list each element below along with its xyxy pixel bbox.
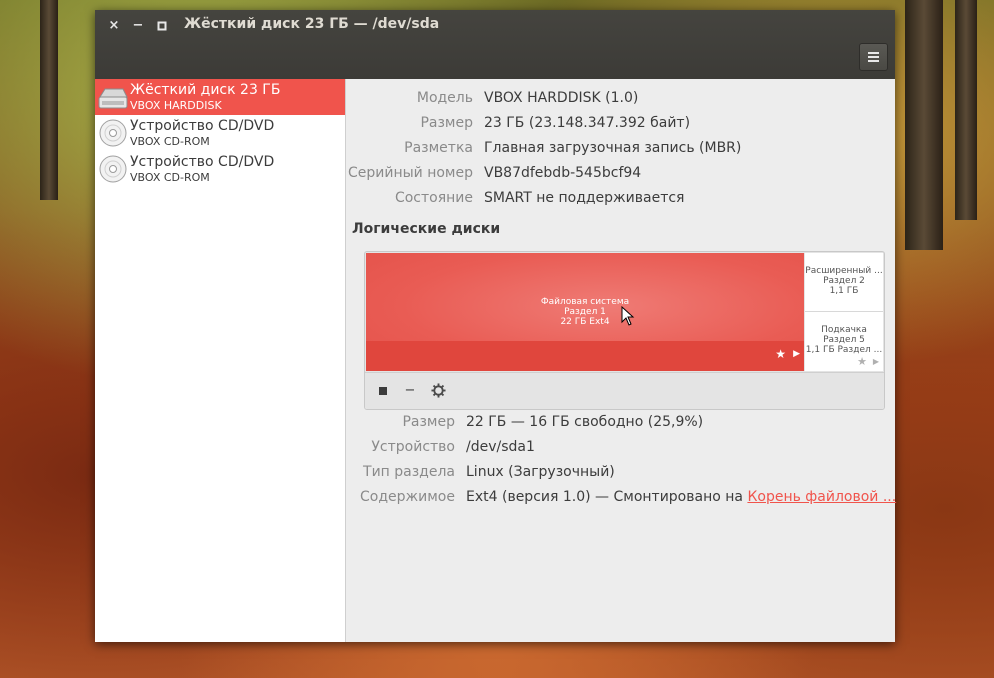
wallpaper-tree-trunk — [40, 0, 58, 200]
volume-label: Подкачка — [821, 325, 867, 335]
prop-value: 22 ГБ — 16 ГБ свободно (25,9%) — [466, 414, 704, 430]
prop-label: Состояние — [394, 190, 473, 206]
drive-model: VBOX CD-ROM — [130, 171, 210, 184]
optical-disc-icon — [99, 119, 127, 147]
prop-row-size: Размер 23 ГБ (23.148.347.392 байт) — [346, 113, 895, 133]
prop-label: Устройство — [371, 439, 455, 455]
sidebar-item-cdrom-1[interactable]: Устройство CD/DVD VBOX CD-ROM — [95, 115, 345, 151]
vol-prop-row-contents: Содержимое Ext4 (версия 1.0) — Смонтиров… — [346, 487, 896, 507]
prop-row-state: Состояние SMART не поддерживается — [346, 188, 895, 208]
prop-row-serial: Серийный номер VB87dfebdb-545bcf94 — [346, 163, 895, 183]
prop-label: Размер — [420, 115, 473, 131]
volume-partition-number: Раздел 5 — [823, 335, 865, 345]
volume-partition-2[interactable]: Расширенный ... Раздел 2 1,1 ГБ — [805, 253, 883, 312]
volume-label: Расширенный ... — [805, 266, 883, 276]
gear-icon — [430, 383, 446, 398]
volume-partition-5[interactable]: Подкачка Раздел 5 1,1 ГБ Раздел ... ★ ▶ — [805, 312, 883, 371]
star-icon: ★ — [775, 347, 786, 361]
volume-size: 22 ГБ Ext4 — [560, 317, 610, 327]
mouse-cursor-icon — [621, 306, 635, 326]
wallpaper-tree-trunk — [905, 0, 943, 250]
disks-window: × − Жёсткий диск 23 ГБ — /dev/sda Жёстки… — [95, 10, 896, 642]
prop-value: Главная загрузочная запись (MBR) — [484, 140, 742, 156]
prop-value: Ext4 (версия 1.0) — Смонтировано на Коре… — [466, 487, 896, 507]
prop-value: VBOX HARDDISK (1.0) — [484, 90, 639, 106]
prop-row-partitioning: Разметка Главная загрузочная запись (MBR… — [346, 138, 895, 158]
volume-partition-1[interactable]: ★ ▶ Файловая система Раздел 1 22 ГБ Ext4 — [366, 253, 804, 371]
star-icon: ★ — [857, 355, 867, 368]
title-bar: × − Жёсткий диск 23 ГБ — /dev/sda — [95, 10, 895, 79]
vol-prop-row-partition-type: Тип раздела Linux (Загрузочный) — [346, 462, 895, 482]
prop-value: Linux (Загрузочный) — [466, 464, 615, 480]
sidebar-item-cdrom-2[interactable]: Устройство CD/DVD VBOX CD-ROM — [95, 151, 345, 187]
volume-mount-bar: ★ ▶ — [366, 341, 804, 371]
drive-name: Жёсткий диск 23 ГБ — [130, 82, 281, 98]
prop-value: VB87dfebdb-545bcf94 — [484, 165, 642, 181]
volume-size: 1,1 ГБ Раздел ... — [805, 345, 883, 355]
menu-button[interactable] — [859, 43, 888, 71]
stop-icon — [379, 387, 387, 395]
volume-partition-number: Раздел 2 — [823, 276, 865, 286]
prop-label: Разметка — [404, 140, 473, 156]
mount-point-link[interactable]: Корень файловой ... — [747, 489, 896, 505]
play-icon: ▶ — [872, 357, 879, 366]
hard-disk-icon — [98, 88, 128, 109]
volume-map: ★ ▶ Файловая система Раздел 1 22 ГБ Ext4… — [364, 251, 885, 410]
volume-toolbar: − — [365, 372, 884, 409]
volume-partition-number: Раздел 1 — [564, 307, 606, 317]
prop-label: Тип раздела — [363, 464, 455, 480]
drive-sidebar: Жёсткий диск 23 ГБ VBOX HARDDISK Устройс… — [95, 79, 346, 642]
prop-value: SMART не поддерживается — [484, 190, 685, 206]
vol-prop-row-size: Размер 22 ГБ — 16 ГБ свободно (25,9%) — [346, 412, 895, 432]
drive-details-panel: Модель VBOX HARDDISK (1.0) Размер 23 ГБ … — [346, 79, 896, 642]
contents-text: Ext4 (версия 1.0) — Смонтировано на — [466, 489, 743, 505]
volume-size: 1,1 ГБ — [829, 286, 859, 296]
settings-button[interactable] — [428, 381, 448, 401]
drive-model: VBOX HARDDISK — [130, 99, 222, 112]
optical-disc-icon — [99, 155, 127, 183]
prop-row-model: Модель VBOX HARDDISK (1.0) — [346, 88, 895, 108]
play-icon: ▶ — [793, 349, 800, 359]
drive-name: Устройство CD/DVD — [130, 118, 275, 134]
maximize-button[interactable] — [153, 17, 171, 35]
prop-label: Размер — [402, 414, 455, 430]
stop-button[interactable] — [373, 381, 393, 401]
prop-value: /dev/sda1 — [466, 439, 535, 455]
close-button[interactable]: × — [105, 17, 123, 35]
wallpaper-tree-trunk — [955, 0, 977, 220]
volumes-section-title: Логические диски — [352, 221, 501, 237]
drive-model: VBOX CD-ROM — [130, 135, 210, 148]
window-title: Жёсткий диск 23 ГБ — /dev/sda — [184, 16, 440, 32]
prop-label: Модель — [416, 90, 473, 106]
prop-label: Содержимое — [360, 489, 455, 505]
remove-partition-button[interactable]: − — [400, 381, 420, 401]
minimize-button[interactable]: − — [129, 17, 147, 35]
volume-label: Файловая система — [540, 297, 630, 307]
sidebar-item-hard-disk[interactable]: Жёсткий диск 23 ГБ VBOX HARDDISK — [95, 79, 345, 115]
maximize-icon — [157, 21, 167, 31]
drive-name: Устройство CD/DVD — [130, 154, 275, 170]
prop-label: Серийный номер — [347, 165, 473, 181]
hamburger-menu-icon — [868, 52, 879, 62]
prop-value: 23 ГБ (23.148.347.392 байт) — [484, 115, 691, 131]
vol-prop-row-device: Устройство /dev/sda1 — [346, 437, 895, 457]
